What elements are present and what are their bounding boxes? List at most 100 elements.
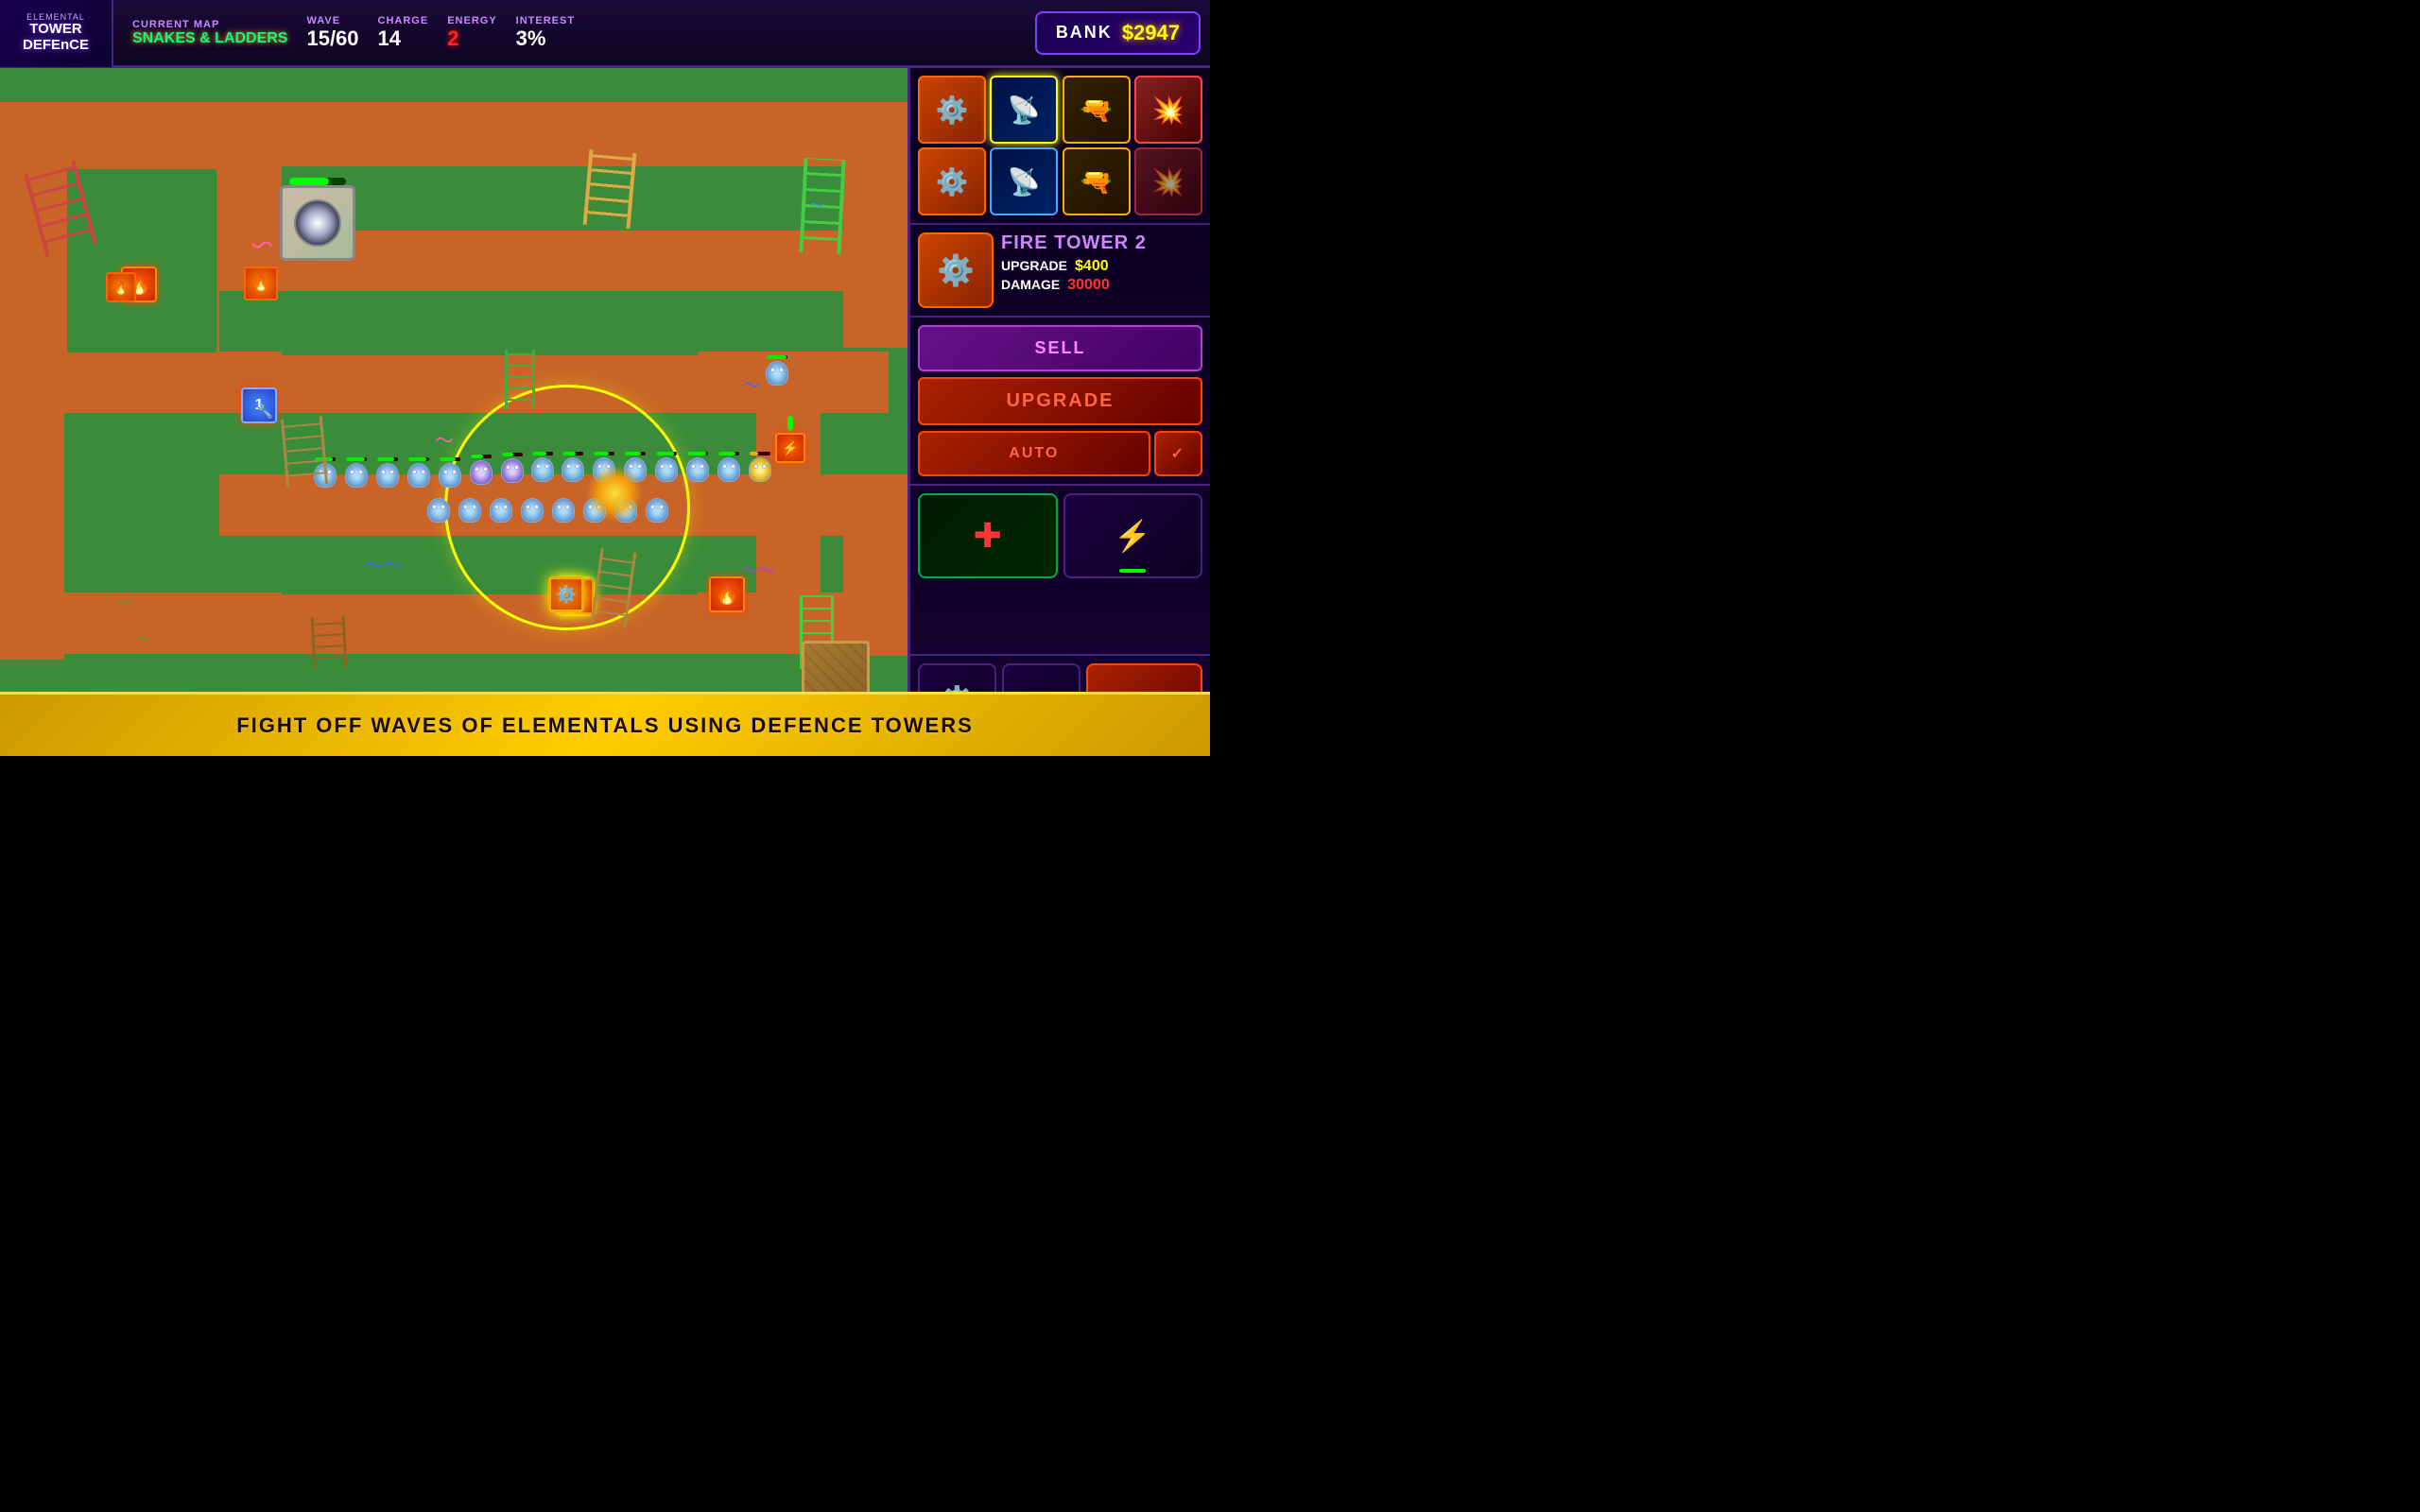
inner-gap-1 (282, 291, 698, 355)
tower-info-text: FIRE TOWER 2 UPGRADE $400 DAMAGE 30000 (1001, 232, 1202, 308)
topbar: ELEMENTAL TOWERDEFEnCE CURRENT MAP SNAKE… (0, 0, 1210, 68)
ladder-tan-1 (281, 416, 328, 488)
tower-level1[interactable]: 1 🔧 (241, 387, 277, 423)
tower-card-7[interactable]: 🔫 (1063, 147, 1131, 215)
charge-label: CHARGE (378, 15, 429, 26)
interest-value: 3% (516, 26, 546, 51)
enemy-16 (425, 498, 452, 528)
tower-grid: ⚙️ 📡 🔫 💥 ⚙️ 📡 🔫 💥 (910, 68, 1210, 225)
snake-deco-3: 〜〜 (365, 550, 403, 577)
portal (280, 185, 355, 261)
enemy-2 (343, 463, 370, 493)
enemy-9 (560, 457, 586, 488)
tower-card-8[interactable]: 💥 (1134, 147, 1202, 215)
bank-label: BANK (1056, 23, 1113, 43)
path-v-right2 (843, 474, 908, 656)
path-v-right1 (843, 102, 908, 348)
snake-deco-8: 〜 (117, 593, 130, 612)
energy-block: ENERGY 2 (447, 15, 496, 51)
auto-row: AUTO ✓ (918, 431, 1202, 476)
tower-card-1[interactable]: ⚙️ (918, 76, 986, 144)
upgrade-button[interactable]: UPGRADE (918, 377, 1202, 425)
enemy-17 (457, 498, 483, 528)
ladder-green-2 (505, 350, 535, 410)
damage-row: DAMAGE 30000 (1001, 277, 1202, 294)
right-panel: ⚙️ 📡 🔫 💥 ⚙️ 📡 🔫 💥 ⚙️ FIRE TOWER 2 (908, 68, 1210, 756)
enemy-6 (468, 460, 494, 490)
energy-label: ENERGY (447, 15, 496, 26)
charge-value: 14 (378, 26, 401, 51)
enemy-20 (550, 498, 577, 528)
tower-info: ⚙️ FIRE TOWER 2 UPGRADE $400 DAMAGE 3000… (910, 225, 1210, 318)
damage-value: 30000 (1067, 277, 1110, 294)
enemy-8 (529, 457, 556, 488)
path-v-mid (217, 102, 282, 291)
tower-card-4[interactable]: 💥 (1134, 76, 1202, 144)
map-name: SNAKES & LADDERS (132, 30, 287, 47)
wave-value: 15/60 (306, 26, 358, 51)
enemy-15 (747, 457, 773, 488)
bank-area: BANK $2947 (1035, 11, 1201, 55)
enemy-14 (716, 457, 742, 488)
charge-block: CHARGE 14 (378, 15, 429, 51)
interest-block: INTEREST 3% (516, 15, 575, 51)
enemy-13 (684, 457, 711, 488)
damage-label: DAMAGE (1001, 277, 1060, 292)
wave-block: WAVE 15/60 (306, 15, 358, 51)
bank-value: $2947 (1122, 21, 1180, 45)
path-top (0, 102, 908, 166)
sell-button[interactable]: SELL (918, 325, 1202, 371)
enemy-23 (644, 498, 670, 528)
enemy-4 (406, 463, 432, 493)
enemy-7 (499, 458, 526, 489)
enemy-12 (653, 457, 680, 488)
energy-value: 2 (447, 26, 458, 51)
upgrade-cost: $400 (1075, 258, 1109, 275)
snake-deco-1: 〜 (251, 227, 273, 260)
logo-area: ELEMENTAL TOWERDEFEnCE (0, 0, 113, 67)
inner-box-2 (64, 413, 219, 593)
enemy-19 (519, 498, 545, 528)
enemy-3 (374, 463, 401, 493)
tower-right1[interactable]: 🔥 (709, 576, 745, 612)
tower-center[interactable]: ⚙️ (548, 576, 584, 612)
enemy-18 (488, 498, 514, 528)
tower-portal-area[interactable]: 🔥 (244, 266, 278, 301)
electric-preview[interactable]: ⚡ (1063, 493, 1203, 578)
inner-box-1 (64, 166, 219, 355)
crate (802, 641, 870, 692)
check-button[interactable]: ✓ (1154, 431, 1202, 476)
inner-gap-2 (282, 536, 698, 594)
current-map-label: CURRENT MAP (132, 19, 219, 30)
upgrade-cost-row: UPGRADE $400 (1001, 258, 1202, 275)
enemy-top-right (764, 361, 790, 391)
upgrade-label: UPGRADE (1001, 258, 1067, 273)
health-card[interactable]: ✚ (918, 493, 1058, 578)
path-h5 (0, 593, 889, 654)
stats-area: CURRENT MAP SNAKES & LADDERS WAVE 15/60 … (113, 15, 1035, 51)
tower-card-5[interactable]: ⚙️ (918, 147, 986, 215)
tower-card-3[interactable]: 🔫 (1063, 76, 1131, 144)
game-area[interactable]: 🔥 1 🔧 🔥 ⚙️ 🔥 ⚡ 〜 〜 〜〜 〜 〜〜 〜〜 (0, 68, 908, 692)
tower-info-icon[interactable]: ⚙️ (918, 232, 994, 308)
ladder-small-1 (311, 615, 348, 669)
tower-card-6[interactable]: 📡 (990, 147, 1058, 215)
middle-items: ✚ ⚡ (910, 484, 1210, 586)
wave-label: WAVE (306, 15, 340, 26)
current-map-block: CURRENT MAP SNAKES & LADDERS (132, 19, 287, 47)
explosion-effect (586, 465, 643, 522)
snake-deco-9: 〜 (136, 629, 149, 648)
tower-right-area: ⚡ (775, 416, 805, 463)
message-bar: FIGHT OFF WAVES OF ELEMENTALS USING DEFE… (0, 692, 1210, 756)
message-text: FIGHT OFF WAVES OF ELEMENTALS USING DEFE… (236, 713, 974, 738)
logo-main: TOWERDEFEnCE (23, 22, 89, 53)
auto-button[interactable]: AUTO (918, 431, 1150, 476)
ladder-orange-1 (583, 149, 637, 229)
tower-info-name: FIRE TOWER 2 (1001, 232, 1202, 254)
enemy-5 (437, 463, 463, 493)
snake-deco-7: 〜 (809, 193, 824, 215)
snake-deco-4: 〜 (743, 372, 760, 397)
tower-tl-small[interactable]: 🔥 (106, 272, 136, 302)
snake-deco-5: 〜〜 (741, 558, 775, 582)
tower-card-2[interactable]: 📡 (990, 76, 1058, 144)
